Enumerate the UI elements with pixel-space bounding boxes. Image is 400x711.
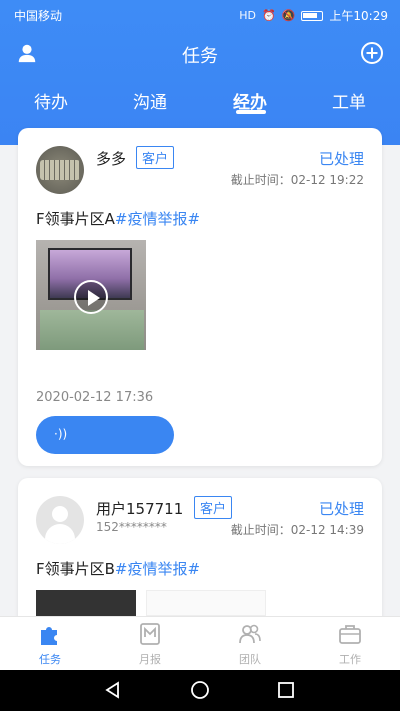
task-topic: F领事片区B#疫情举报#: [36, 558, 200, 579]
nav-tasks[interactable]: 任务: [20, 621, 80, 667]
task-card[interactable]: 用户157711 客户 152******** 已处理 截止时间：02-12 1…: [18, 478, 382, 638]
status-label: 已处理: [318, 500, 364, 518]
title-bar: 任务: [0, 34, 400, 74]
page-title: 任务: [182, 46, 218, 67]
tab-work-order[interactable]: 工单: [314, 88, 384, 113]
deadline-text: 截止时间：02-12 14:39: [230, 523, 364, 537]
team-icon: [239, 624, 261, 644]
task-card[interactable]: 多多 客户 已处理 截止时间：02-12 19:22 F领事片区A#疫情举报# …: [18, 128, 382, 466]
phone-number: 152********: [96, 520, 167, 534]
home-icon[interactable]: [190, 680, 210, 700]
recent-apps-icon[interactable]: [277, 681, 295, 699]
puzzle-icon: [41, 627, 57, 645]
avatar: [36, 146, 84, 194]
tab-communication[interactable]: 沟通: [115, 88, 185, 113]
image-thumbnail[interactable]: [36, 590, 136, 616]
mute-icon: 🔕: [281, 9, 296, 22]
video-thumbnail[interactable]: [36, 240, 146, 350]
bottom-nav: 任务 月报 团队 工作: [0, 616, 400, 670]
table-image: [40, 310, 144, 350]
header: 中国移动 HD ⏰ 🔕 上午10:29 任务 待办 沟通 经办 工单: [0, 0, 400, 145]
back-icon[interactable]: [104, 681, 122, 699]
tabs: 待办 沟通 经办 工单: [0, 84, 400, 120]
topic-tag[interactable]: #疫情举报#: [115, 560, 200, 578]
active-tab-indicator: [236, 110, 266, 114]
nav-label: 团队: [239, 653, 261, 666]
nav-team[interactable]: 团队: [220, 621, 280, 667]
user-name: 用户157711: [96, 500, 184, 518]
status-icons: HD ⏰ 🔕 上午10:29: [239, 7, 388, 24]
image-thumbnail[interactable]: [146, 590, 266, 616]
add-icon[interactable]: [360, 41, 384, 65]
nav-label: 工作: [339, 653, 361, 666]
task-topic: F领事片区A#疫情举报#: [36, 208, 200, 229]
topic-tag[interactable]: #疫情举报#: [115, 210, 200, 228]
voice-message-button[interactable]: ·)): [36, 416, 174, 454]
customer-badge: 客户: [194, 496, 233, 519]
report-icon: [140, 623, 160, 645]
image-thumbnails: [36, 590, 266, 616]
area-name: F领事片区A: [36, 210, 115, 228]
nav-label: 月报: [139, 653, 161, 666]
nav-work[interactable]: 工作: [320, 621, 380, 667]
battery-icon: [301, 10, 324, 21]
tab-pending[interactable]: 待办: [16, 88, 86, 113]
user-name: 多多: [96, 150, 127, 168]
area-name: F领事片区B: [36, 560, 115, 578]
post-time: 2020-02-12 17:36: [36, 390, 154, 405]
avatar: [36, 496, 84, 544]
alarm-icon: ⏰: [262, 9, 276, 22]
carrier-label: 中国移动: [14, 9, 63, 23]
deadline-text: 截止时间：02-12 19:22: [230, 173, 364, 187]
system-nav-bar: [0, 670, 400, 711]
clock: 上午10:29: [329, 9, 388, 23]
customer-badge: 客户: [136, 146, 175, 169]
nav-label: 任务: [39, 653, 61, 666]
status-bar: 中国移动 HD ⏰ 🔕 上午10:29: [0, 0, 400, 30]
play-icon[interactable]: [74, 280, 108, 314]
hd-icon: HD: [239, 9, 256, 22]
briefcase-icon: [339, 625, 361, 644]
sound-wave-icon: ·)): [54, 427, 68, 441]
nav-monthly-report[interactable]: 月报: [120, 621, 180, 667]
status-label: 已处理: [318, 150, 364, 168]
